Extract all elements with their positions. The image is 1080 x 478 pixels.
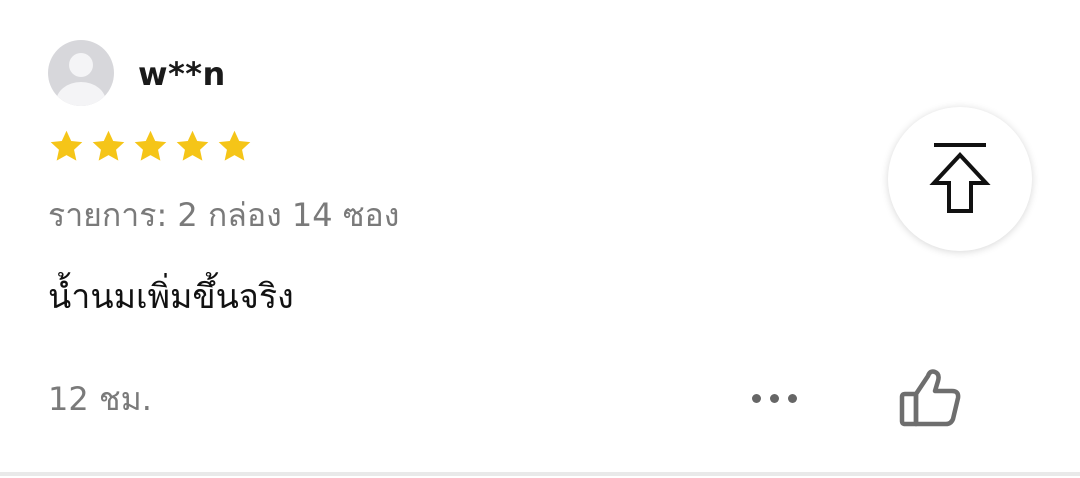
more-dot xyxy=(751,393,761,403)
like-button[interactable] xyxy=(896,364,966,430)
star-icon xyxy=(134,130,167,161)
reviewer-name: w**n xyxy=(138,55,226,93)
more-dot xyxy=(787,393,797,403)
star-icon xyxy=(92,130,125,161)
star-icon xyxy=(218,130,251,161)
star-rating xyxy=(48,128,253,165)
back-to-top-icon xyxy=(929,143,991,213)
bottom-divider xyxy=(0,472,1080,476)
star-icon xyxy=(176,130,209,161)
avatar-head xyxy=(69,53,93,77)
back-to-top-button[interactable] xyxy=(888,107,1032,251)
purchased-item-info: รายการ: 2 กล่อง 14 ซอง xyxy=(48,196,400,234)
avatar[interactable] xyxy=(48,40,114,106)
review-text: น้ำนมเพิ่มขึ้นจริง xyxy=(48,277,294,317)
more-options-button[interactable] xyxy=(740,378,808,418)
thumbs-up-icon xyxy=(899,369,961,427)
more-dot xyxy=(769,393,779,403)
review-time: 12 ชม. xyxy=(48,380,152,418)
review-item: w**n รายการ: 2 กล่อง 14 ซอง น้ำนมเพิ่มขึ… xyxy=(0,0,1080,478)
avatar-shoulders xyxy=(56,82,106,106)
star-icon xyxy=(50,130,83,161)
